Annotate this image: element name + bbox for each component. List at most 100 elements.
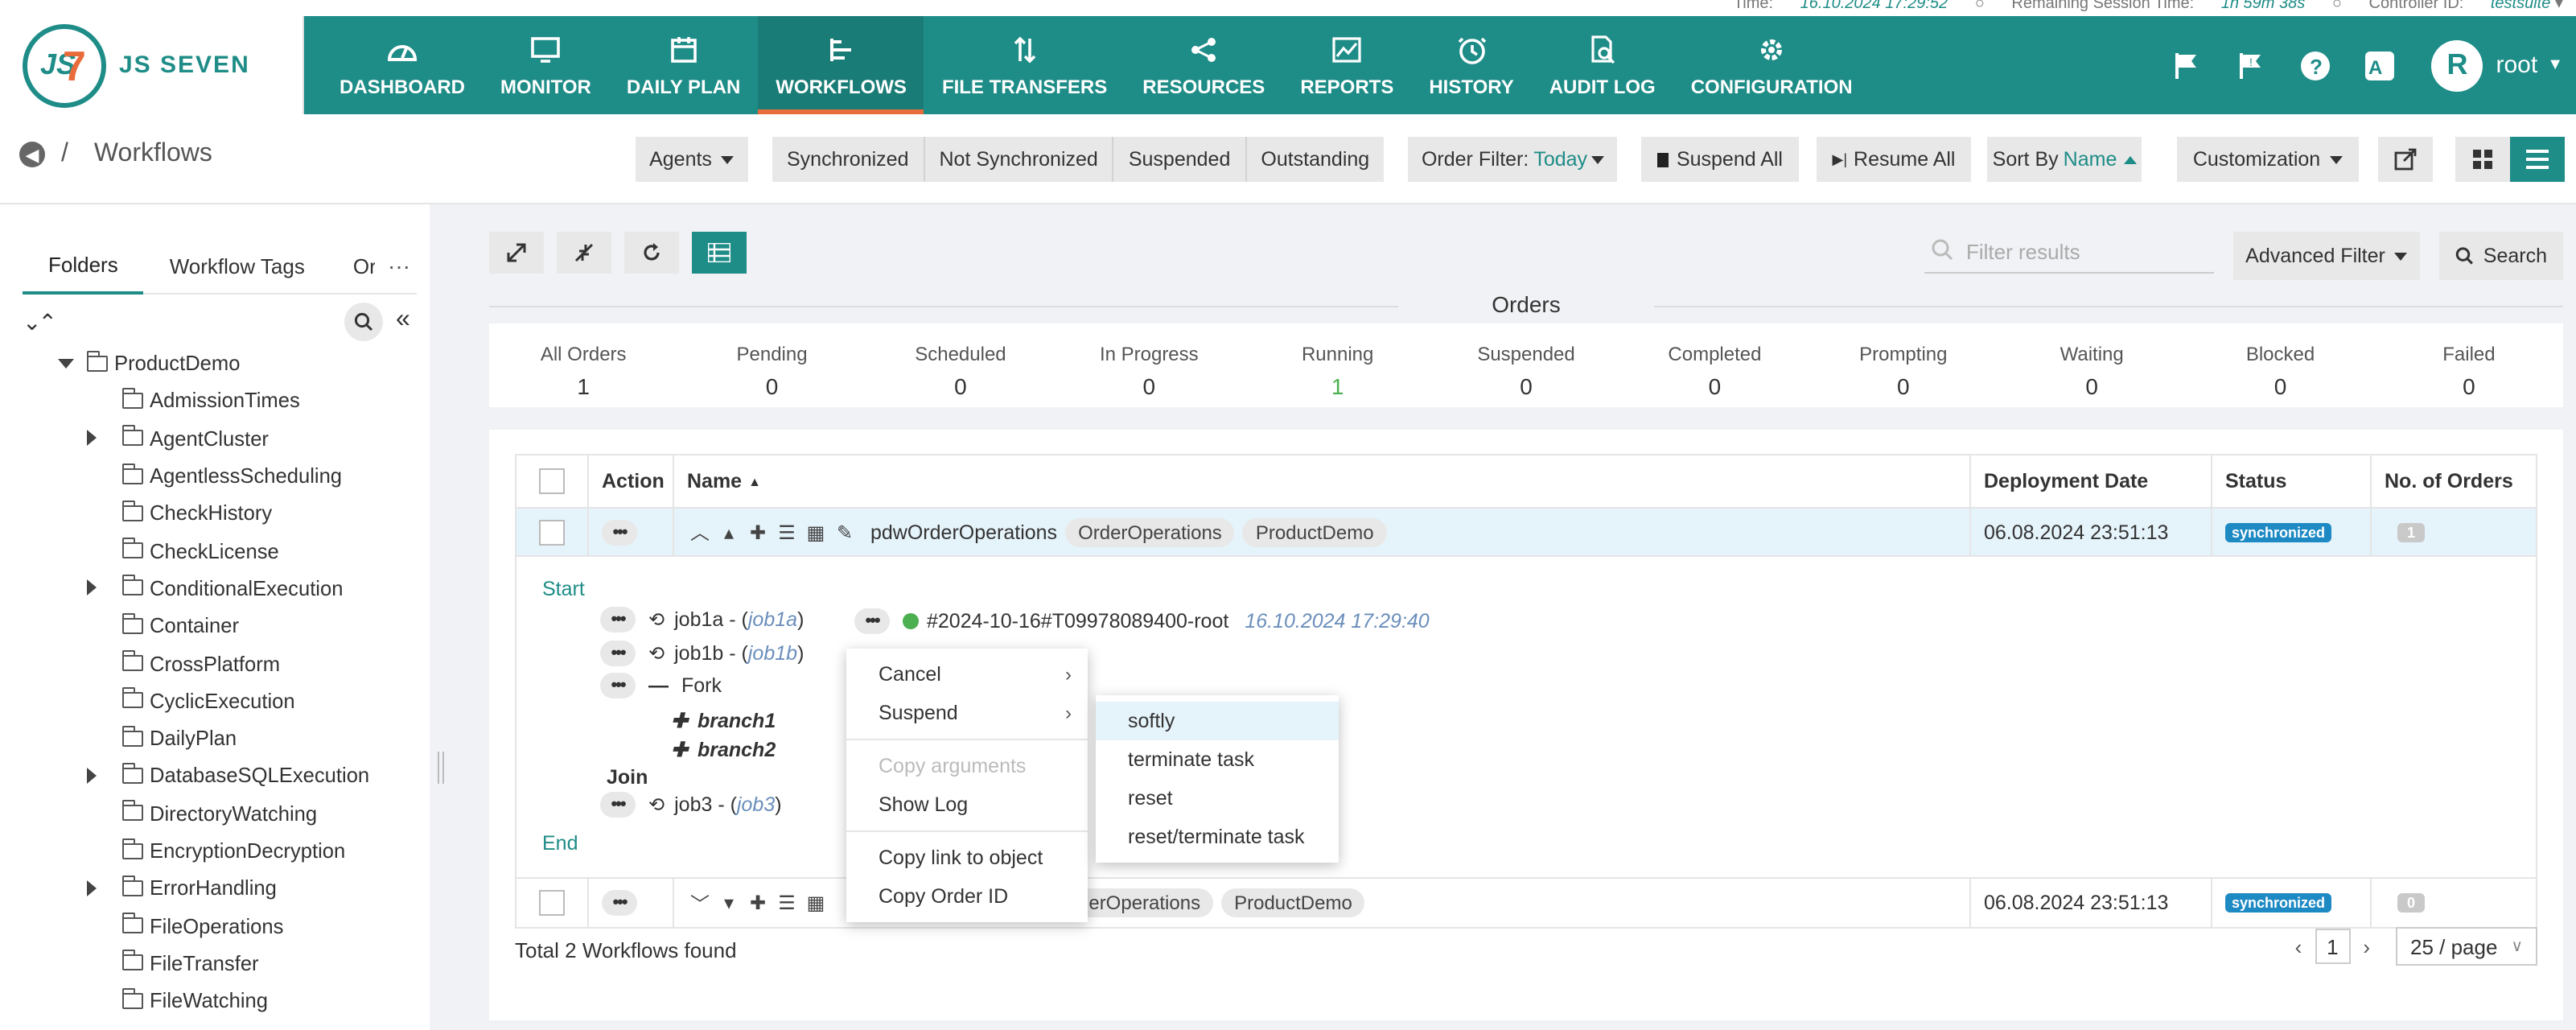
username[interactable]: root [2496, 52, 2537, 79]
tree-folder[interactable]: FileTransfer [48, 945, 418, 983]
nav-dashboard[interactable]: DASHBOARD [322, 16, 483, 114]
order-stat[interactable]: Running 1 [1244, 323, 1432, 407]
workflow-tag[interactable]: OrderOperations [1065, 517, 1235, 546]
menu-cancel[interactable]: Cancel › [846, 655, 1088, 694]
grid-icon[interactable]: ▦ [803, 892, 829, 914]
caret-down-icon[interactable]: ▾ [716, 892, 742, 914]
list-icon[interactable]: ☰ [774, 521, 800, 543]
menu-copy-order-id[interactable]: Copy Order ID [846, 877, 1088, 916]
submenu-reset[interactable]: reset [1096, 779, 1339, 818]
table-row[interactable]: ••• ﹀ ▾ ✚ ☰ ▦ rderOperations ProductDemo… [516, 879, 2536, 927]
job-actions-button[interactable]: ••• [600, 641, 636, 666]
order-stat[interactable]: Completed 0 [1620, 323, 1809, 407]
suspend-all-button[interactable]: Suspend All [1641, 137, 1799, 182]
tree-folder[interactable]: AgentlessScheduling [48, 457, 418, 495]
list-icon[interactable]: ☰ [774, 892, 800, 914]
row-actions-button[interactable]: ••• [602, 519, 637, 545]
controller-id[interactable]: testsuite [2491, 0, 2551, 13]
tree-folder[interactable]: AdmissionTimes [48, 382, 418, 420]
tree-folder[interactable]: EncryptionDecryption [48, 832, 418, 870]
tree-folder[interactable]: DirectoryWatching [48, 794, 418, 832]
caret-right-icon[interactable] [87, 767, 97, 784]
search-button[interactable]: Search [2439, 232, 2563, 280]
tree-folder[interactable]: CyclicExecution [48, 682, 418, 719]
chevron-up-icon[interactable]: ︿ [687, 518, 713, 546]
page-size-select[interactable]: 25 / page ∨ [2396, 927, 2537, 966]
caret-up-icon[interactable]: ▴ [716, 521, 742, 543]
plus-icon[interactable]: ✚ [745, 521, 771, 543]
collapse-all-icon[interactable] [557, 232, 611, 274]
current-page[interactable]: 1 [2315, 929, 2351, 964]
tree-folder[interactable]: ErrorHandling [48, 869, 418, 907]
select-all-checkbox[interactable] [539, 468, 565, 494]
list-view-icon[interactable] [2510, 137, 2565, 182]
job-link[interactable]: job3 [737, 793, 775, 816]
nav-daily-plan[interactable]: DAILY PLAN [609, 16, 758, 114]
order-filter-dropdown[interactable]: Order Filter: Today [1408, 137, 1617, 182]
order-count-badge[interactable]: 1 [2397, 522, 2426, 542]
filter-input[interactable]: Filter results [1924, 232, 2214, 274]
advanced-filter-dropdown[interactable]: Advanced Filter [2233, 232, 2420, 280]
row-checkbox[interactable] [539, 519, 565, 545]
filter-outstanding[interactable]: Outstanding [1246, 137, 1385, 182]
pencil-icon[interactable]: ✎ [832, 521, 858, 543]
search-icon[interactable] [344, 303, 383, 341]
row-checkbox[interactable] [539, 890, 565, 916]
order-stat[interactable]: Prompting 0 [1809, 323, 1998, 407]
tree-folder[interactable]: CrossPlatform [48, 645, 418, 682]
col-deployment-date[interactable]: Deployment Date [1971, 455, 2212, 507]
caret-right-icon[interactable] [87, 430, 97, 447]
menu-suspend[interactable]: Suspend › [846, 694, 1088, 732]
tree-folder[interactable]: Container [48, 607, 418, 645]
nav-reports[interactable]: REPORTS [1282, 16, 1411, 114]
job-link[interactable]: job1b [748, 642, 797, 665]
alert-flag-icon[interactable]: ! [2232, 46, 2270, 84]
next-page-icon[interactable]: › [2363, 934, 2370, 958]
customization-dropdown[interactable]: Customization [2177, 137, 2359, 182]
expand-collapse-all-icon[interactable]: ⌄⌃ [23, 309, 57, 336]
nav-monitor[interactable]: MONITOR [483, 16, 609, 114]
tab-workflow-tags[interactable]: Workflow Tags [144, 237, 331, 295]
list-detail-icon[interactable] [692, 232, 747, 274]
order-stat[interactable]: Waiting 0 [1998, 323, 2186, 407]
chevron-down-icon[interactable]: ▼ [2547, 56, 2563, 74]
nav-file-transfers[interactable]: FILE TRANSFERS [924, 16, 1125, 114]
job-link[interactable]: job1a [748, 608, 797, 631]
nav-audit-log[interactable]: AUDIT LOG [1532, 16, 1673, 114]
menu-show-log[interactable]: Show Log [846, 785, 1088, 824]
tree-folder[interactable]: CheckLicense [48, 532, 418, 570]
tree-folder[interactable]: FileWatching [48, 982, 418, 1020]
order-stat[interactable]: Scheduled 0 [866, 323, 1055, 407]
caret-down-icon[interactable] [58, 358, 74, 369]
job-actions-button[interactable]: ••• [600, 792, 636, 818]
nav-configuration[interactable]: CONFIGURATION [1673, 16, 1870, 114]
filter-suspended[interactable]: Suspended [1113, 137, 1247, 182]
tree-folder[interactable]: CheckHistory [48, 494, 418, 532]
flag-icon[interactable] [2167, 46, 2206, 84]
submenu-softly[interactable]: softly [1096, 702, 1339, 740]
col-no-of-orders[interactable]: No. of Orders [2372, 455, 2539, 507]
language-icon[interactable]: A [2360, 46, 2399, 84]
sort-by-dropdown[interactable]: Sort By Name [1987, 137, 2142, 182]
nav-workflows[interactable]: WORKFLOWS [758, 16, 925, 114]
tree-folder[interactable]: ConditionalExecution [48, 570, 418, 608]
workflow-tag[interactable]: ProductDemo [1221, 888, 1365, 917]
chevron-down-icon[interactable]: ﹀ [687, 889, 713, 917]
order-stat[interactable]: Failed 0 [2375, 323, 2563, 407]
order-stat[interactable]: All Orders 1 [489, 323, 677, 407]
tab-folders[interactable]: Folders [23, 237, 144, 295]
job-actions-button[interactable]: ••• [600, 607, 636, 632]
plus-icon[interactable]: ✚ [671, 708, 688, 732]
tree-folder[interactable]: DailyPlan [48, 719, 418, 757]
order-stat[interactable]: In Progress 0 [1055, 323, 1243, 407]
order-id[interactable]: #2024-10-16#T09978089400-root [927, 610, 1228, 632]
grid-view-icon[interactable] [2455, 137, 2510, 182]
back-arrow-icon[interactable]: ◀ [19, 142, 45, 167]
col-status[interactable]: Status [2212, 455, 2372, 507]
plus-icon[interactable]: ✚ [671, 737, 688, 761]
menu-copy-link[interactable]: Copy link to object [846, 838, 1088, 877]
tree-folder[interactable]: AgentCluster [48, 419, 418, 457]
more-tabs-icon[interactable]: ··· [388, 253, 410, 278]
filter-not-synchronized[interactable]: Not Synchronized [924, 137, 1114, 182]
workflow-name[interactable]: pdwOrderOperations [870, 521, 1057, 543]
